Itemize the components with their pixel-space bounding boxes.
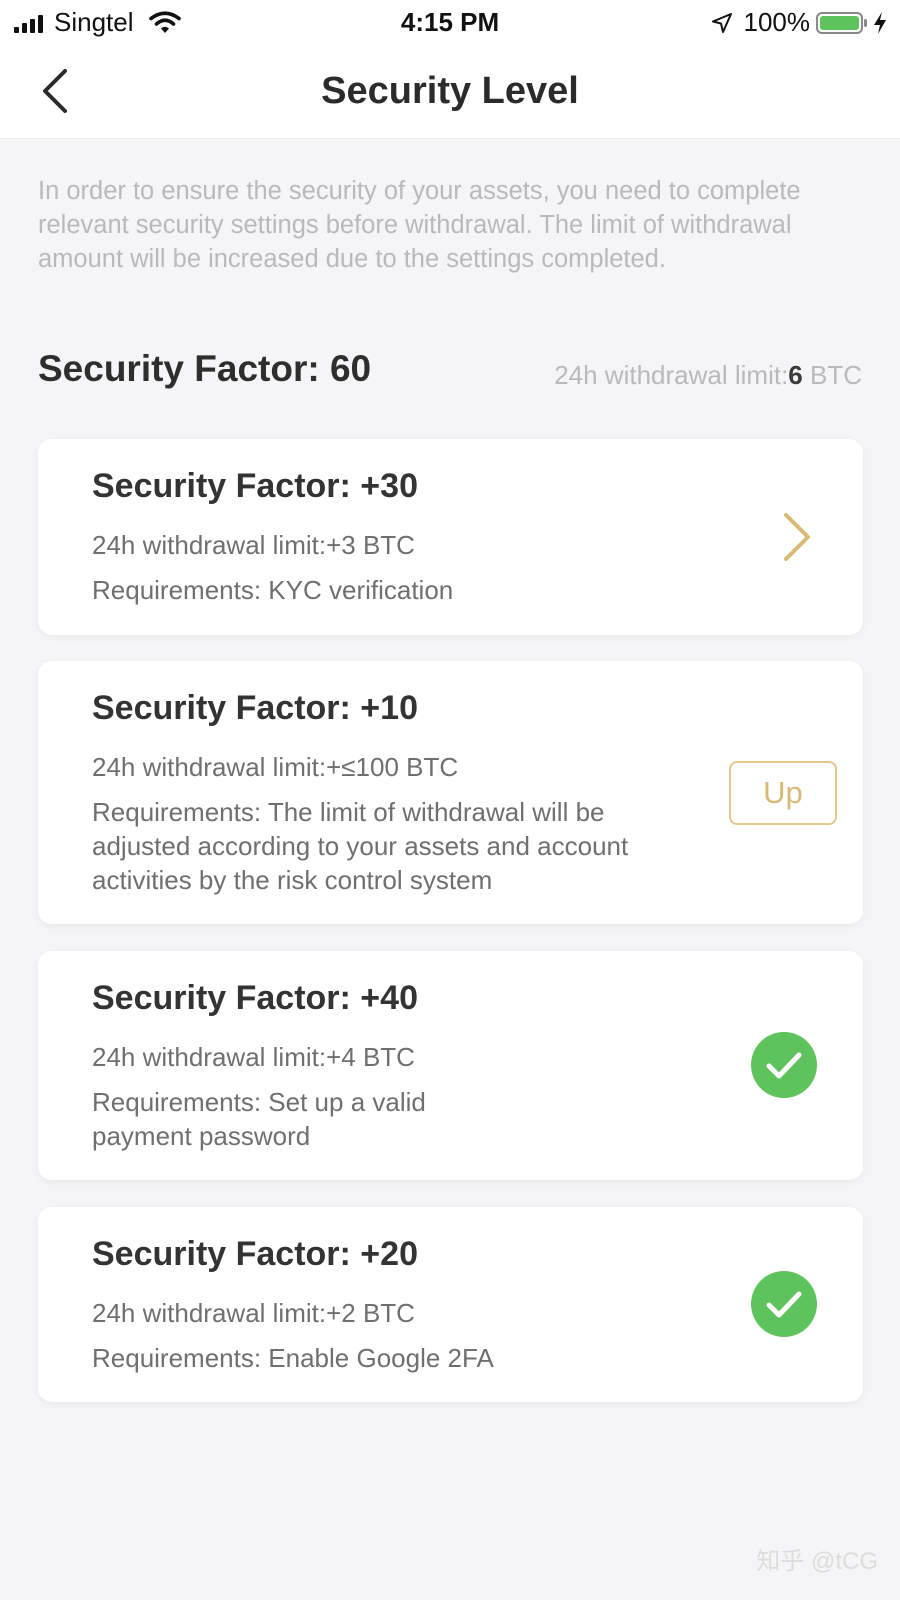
card-requirements: Requirements: Set up a valid payment pas…	[92, 1087, 426, 1151]
security-card-payment-password: Security Factor: +40 24h withdrawal limi…	[38, 951, 863, 1180]
watermark: 知乎 @tCG	[756, 1548, 878, 1575]
card-requirements: Requirements: The limit of withdrawal wi…	[92, 797, 629, 895]
card-title: Security Factor: +20	[92, 1235, 418, 1273]
card-title: Security Factor: +10	[92, 689, 418, 727]
withdrawal-limit-value: 6	[788, 360, 803, 390]
check-circle-icon	[751, 1271, 817, 1337]
nav-bar: Security Level	[0, 44, 900, 139]
card-limit: 24h withdrawal limit:+2 BTC	[92, 1298, 415, 1328]
card-title: Security Factor: +30	[92, 467, 418, 505]
status-bar: Singtel 4:15 PM 100%	[0, 0, 900, 44]
card-limit: 24h withdrawal limit:+≤100 BTC	[92, 752, 459, 782]
intro-text: In order to ensure the security of your …	[38, 177, 801, 273]
card-limit: 24h withdrawal limit:+3 BTC	[92, 530, 415, 560]
card-requirements: Requirements: Enable Google 2FA	[92, 1343, 494, 1373]
battery-percent: 100%	[743, 7, 811, 37]
page-title: Security Level	[321, 70, 579, 112]
security-card-google-2fa: Security Factor: +20 24h withdrawal limi…	[38, 1207, 863, 1402]
withdrawal-limit-total: 24h withdrawal limit:6 BTC	[554, 360, 862, 391]
security-card-kyc[interactable]: Security Factor: +30 24h withdrawal limi…	[38, 439, 863, 635]
security-factor-total: Security Factor: 60	[38, 348, 372, 389]
card-requirements: Requirements: KYC verification	[92, 575, 454, 605]
withdrawal-limit-unit: BTC	[802, 360, 862, 390]
card-title: Security Factor: +40	[92, 979, 418, 1017]
charging-bolt-icon	[874, 11, 886, 34]
up-button[interactable]: Up	[729, 761, 837, 825]
chevron-right-icon[interactable]	[779, 511, 813, 563]
battery-icon	[816, 11, 867, 34]
security-card-risk-control: Security Factor: +10 24h withdrawal limi…	[38, 661, 863, 924]
location-arrow-icon	[711, 12, 732, 33]
withdrawal-limit-label: 24h withdrawal limit:	[554, 360, 789, 390]
card-limit: 24h withdrawal limit:+4 BTC	[92, 1042, 415, 1072]
status-right: 100%	[710, 7, 889, 38]
check-circle-icon	[751, 1032, 817, 1098]
